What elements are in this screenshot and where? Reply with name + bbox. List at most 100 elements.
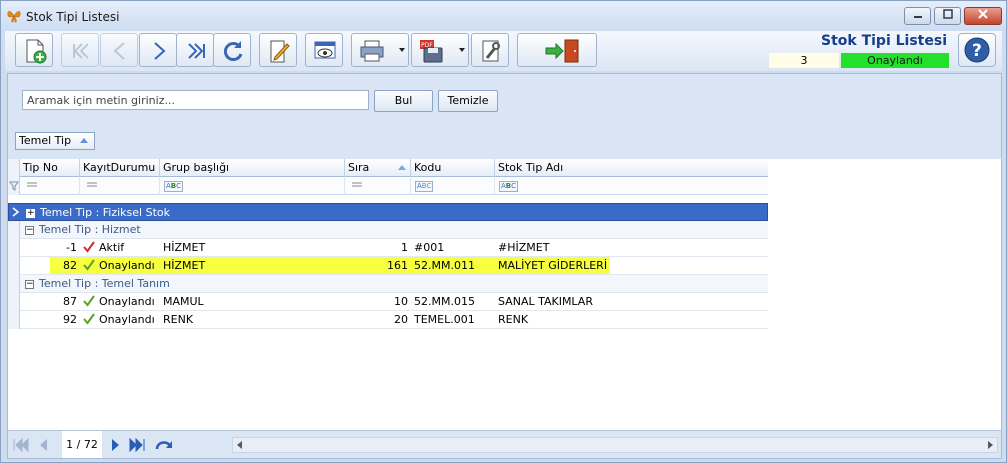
last-record-icon <box>188 43 205 59</box>
first-page-button[interactable] <box>12 437 30 453</box>
collapse-icon[interactable]: − <box>25 280 34 289</box>
pdf-export-button[interactable]: PDF <box>411 33 469 67</box>
table-row[interactable]: 87 Onaylandı MAMUL 10 52.MM.015 SANAL TA… <box>8 293 768 311</box>
red-check-icon <box>83 241 95 253</box>
help-icon: ? <box>964 37 990 63</box>
scroll-right-icon[interactable] <box>988 441 993 449</box>
chevron-down-icon <box>459 48 465 52</box>
equals-operator-icon <box>87 182 97 187</box>
column-header-stok-tip-adi[interactable]: Stok Tip Adı <box>495 159 768 177</box>
clear-button[interactable]: Temizle <box>438 90 498 112</box>
group-row[interactable]: − Temel Tip : Hizmet <box>8 221 768 239</box>
cell-kayit-durumu: Aktif <box>80 239 160 257</box>
filter-cell-stok-tip-adi[interactable]: ABC <box>495 177 768 195</box>
refresh-icon <box>223 41 243 61</box>
group-row-label: Temel Tip : Fiziksel Stok <box>40 206 171 219</box>
column-header-sira[interactable]: Sıra <box>345 159 411 177</box>
preview-button[interactable] <box>305 33 343 67</box>
settings-button[interactable] <box>471 33 509 67</box>
expand-icon[interactable]: + <box>26 209 35 218</box>
maximize-button[interactable] <box>934 7 961 25</box>
page-title: Stok Tipi Listesi <box>821 33 947 49</box>
filter-cell-tip-no[interactable] <box>20 177 80 195</box>
text-contains-icon: ABC <box>499 181 519 192</box>
row-indicator <box>8 311 20 329</box>
new-record-button[interactable] <box>15 33 53 67</box>
print-button[interactable] <box>351 33 409 67</box>
scroll-left-icon[interactable] <box>237 441 242 449</box>
group-row[interactable]: + Temel Tip : Fiziksel Stok <box>8 203 768 221</box>
collapse-icon[interactable]: − <box>25 226 34 235</box>
print-icon <box>360 40 384 62</box>
row-indicator <box>8 239 20 257</box>
minimize-button[interactable] <box>904 7 931 25</box>
edit-button[interactable] <box>259 33 297 67</box>
edit-icon <box>270 40 290 63</box>
previous-page-icon <box>40 439 47 451</box>
horizontal-scrollbar[interactable] <box>232 437 998 453</box>
record-navigator: 1 / 72 <box>8 430 1001 458</box>
group-by-panel: Temel Tip <box>8 129 1001 159</box>
cell-grup-basligi: MAMUL <box>163 295 204 308</box>
previous-page-button[interactable] <box>36 437 54 453</box>
green-check-icon <box>83 313 95 325</box>
previous-record-icon <box>113 42 125 60</box>
group-row[interactable]: − Temel Tip : Temel Tanım <box>8 275 768 293</box>
cell-stok-tip-adi: SANAL TAKIMLAR <box>498 295 593 308</box>
column-header-tip-no[interactable]: Tip No <box>20 159 80 177</box>
exit-button[interactable] <box>517 33 597 67</box>
column-header-row: Tip No KayıtDurumu Grup başlığı Sıra Kod… <box>8 159 768 177</box>
filter-cell-kodu[interactable]: ABC <box>411 177 495 195</box>
column-header-kayit-durumu[interactable]: KayıtDurumu <box>80 159 160 177</box>
status-text: Onaylandı <box>99 313 155 326</box>
green-check-icon <box>83 259 95 271</box>
refresh-page-button[interactable] <box>154 437 172 453</box>
cell-grup-basligi: RENK <box>163 313 194 326</box>
close-button[interactable] <box>964 7 1002 25</box>
cell-grup-basligi: HİZMET <box>163 259 206 272</box>
first-page-icon <box>13 437 29 453</box>
next-page-icon <box>112 439 119 451</box>
next-page-button[interactable] <box>108 437 126 453</box>
status-text: Onaylandı <box>99 295 155 308</box>
group-by-chip[interactable]: Temel Tip <box>15 132 95 150</box>
cell-tip-no: 87 <box>63 295 77 308</box>
row-indicator <box>8 293 20 311</box>
status-text: Onaylandı <box>99 259 155 272</box>
last-record-button[interactable] <box>176 33 214 67</box>
cell-sira: 161 <box>387 259 408 272</box>
equals-operator-icon <box>27 182 37 187</box>
title-bar: Stok Tipi Listesi <box>1 1 1006 31</box>
main-window: Stok Tipi Listesi PDF Stok Tipi Listesi … <box>0 0 1007 463</box>
window-title: Stok Tipi Listesi <box>26 10 120 24</box>
cell-stok-tip-adi: MALİYET GİDERLERİ <box>498 259 608 272</box>
help-button[interactable]: ? <box>958 33 996 67</box>
filter-cell-grup-basligi[interactable]: ABC <box>160 177 345 195</box>
cell-kayit-durumu: Onaylandı <box>80 293 160 311</box>
cell-sira: 20 <box>394 313 408 326</box>
cell-kodu: 52.MM.015 <box>414 295 475 308</box>
column-header-kodu[interactable]: Kodu <box>411 159 495 177</box>
last-page-button[interactable] <box>128 437 146 453</box>
previous-record-button[interactable] <box>100 33 138 67</box>
cell-stok-tip-adi: #HİZMET <box>498 241 550 254</box>
cell-kodu: 52.MM.011 <box>414 259 475 272</box>
page-indicator: 1 / 72 <box>62 431 102 458</box>
column-header-grup-basligi[interactable]: Grup başlığı <box>160 159 345 177</box>
cell-kayit-durumu: Onaylandı <box>80 311 160 329</box>
filter-cell-sira[interactable] <box>345 177 411 195</box>
search-panel: Bul Temizle Temel Tip <box>8 74 1001 159</box>
table-row[interactable]: 82 Onaylandı HİZMET 161 52.MM.011 MALİYE… <box>8 257 768 275</box>
next-record-button[interactable] <box>139 33 177 67</box>
first-record-button[interactable] <box>61 33 99 67</box>
table-row[interactable]: -1 Aktif HİZMET 1 #001 #HİZMET <box>8 239 768 257</box>
pdf-export-icon: PDF <box>420 40 443 63</box>
search-input[interactable] <box>22 90 369 110</box>
find-button[interactable]: Bul <box>374 90 433 112</box>
filter-cell-kayit-durumu[interactable] <box>80 177 160 195</box>
refresh-button[interactable] <box>213 33 251 67</box>
table-row[interactable]: 92 Onaylandı RENK 20 TEMEL.001 RENK <box>8 311 768 329</box>
sort-ascending-icon <box>80 138 88 143</box>
butterfly-app-icon <box>6 8 22 24</box>
maximize-icon <box>942 9 953 19</box>
